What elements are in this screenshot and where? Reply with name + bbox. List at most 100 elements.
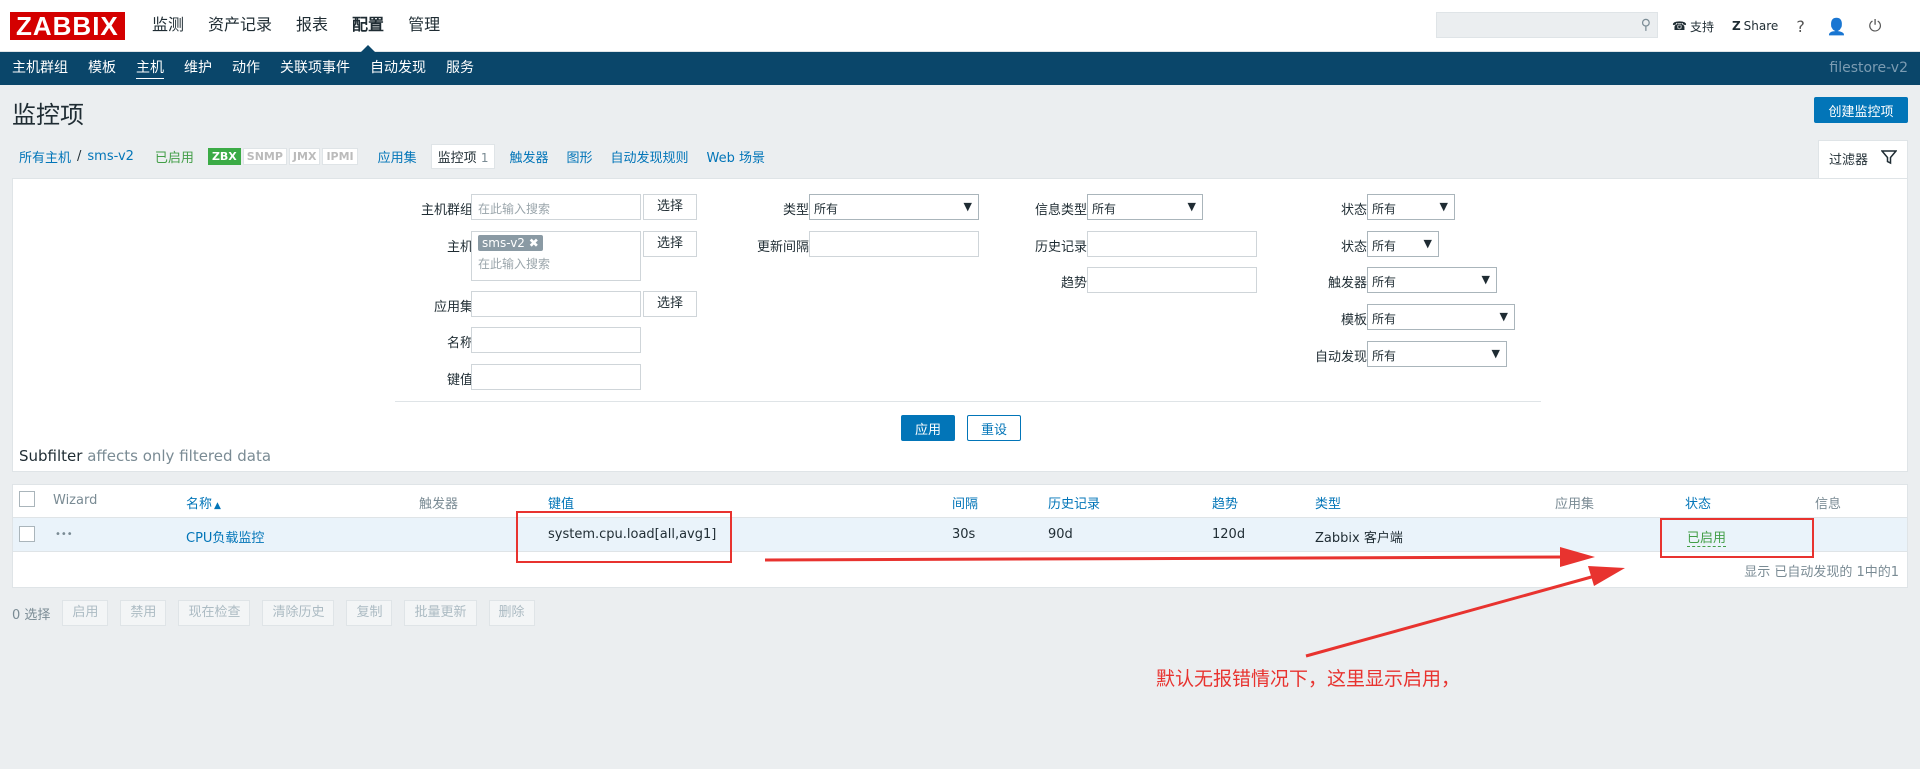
nav-inventory[interactable]: 资产记录	[196, 0, 284, 52]
breadcrumb-items-current[interactable]: 监控项 1	[430, 143, 496, 169]
status-highlight-box	[1660, 518, 1814, 558]
funnel-icon	[1880, 149, 1898, 171]
breadcrumb-triggers[interactable]: 触发器	[509, 147, 548, 166]
breadcrumb-host[interactable]: sms-v2	[87, 149, 134, 164]
table-footer-count: 显示 已自动发现的 1中的1	[1744, 565, 1899, 580]
clear-history-button[interactable]: 清除历史	[262, 600, 335, 626]
host-group-select-button[interactable]: 选择	[643, 194, 697, 220]
search-icon[interactable]: ⚲	[1641, 17, 1651, 33]
nav-administration[interactable]: 管理	[396, 0, 452, 52]
subnav-templates[interactable]: 模板	[78, 52, 126, 85]
reset-filter-button[interactable]: 重设	[967, 415, 1021, 441]
host-label: 主机	[446, 240, 473, 255]
headset-icon: ☎	[1672, 19, 1687, 33]
enable-button[interactable]: 启用	[62, 600, 109, 626]
key-input[interactable]	[471, 364, 641, 390]
delete-button[interactable]: 删除	[488, 600, 535, 626]
subnav-maintenance[interactable]: 维护	[174, 52, 222, 85]
apply-filter-button[interactable]: 应用	[901, 415, 955, 441]
subnav-services[interactable]: 服务	[436, 52, 484, 85]
check-now-button[interactable]: 现在检查	[178, 600, 251, 626]
col-info: 信息	[1815, 497, 1842, 512]
status-select[interactable]: 所有 ▼	[1367, 231, 1439, 257]
share-link[interactable]: Z Share	[1732, 19, 1778, 33]
col-history[interactable]: 历史记录	[1048, 493, 1100, 512]
dropdown-arrow-icon: ▼	[1499, 310, 1508, 323]
trends-label: 趋势	[1060, 276, 1087, 291]
item-name-link[interactable]: CPU负载监控	[186, 527, 264, 546]
application-select-button[interactable]: 选择	[643, 291, 697, 317]
sign-out-icon[interactable]: ⏻	[1869, 16, 1882, 36]
mass-actions-bar: 0 选择 启用 禁用 现在检查 清除历史 复制 批量更新 删除	[0, 600, 547, 626]
wizard-menu-icon[interactable]: •••	[55, 529, 73, 540]
mass-update-button[interactable]: 批量更新	[404, 600, 477, 626]
disable-button[interactable]: 禁用	[120, 600, 167, 626]
share-z-icon: Z	[1731, 19, 1741, 33]
col-interval[interactable]: 间隔	[952, 493, 978, 512]
global-search-input[interactable]: ⚲	[1436, 12, 1658, 38]
subnav-event-correlation[interactable]: 关联项事件	[270, 52, 360, 85]
row-checkbox[interactable]	[19, 526, 35, 542]
triggers-select[interactable]: 所有 ▼	[1367, 267, 1497, 293]
tag-snmp: SNMP	[242, 147, 287, 165]
name-input[interactable]	[471, 327, 641, 353]
subnav-host-groups[interactable]: 主机群组	[2, 52, 78, 85]
col-status[interactable]: 状态	[1685, 493, 1711, 512]
copy-button[interactable]: 复制	[346, 600, 393, 626]
nav-reports[interactable]: 报表	[284, 0, 340, 52]
breadcrumb-discovery-rules[interactable]: 自动发现规则	[611, 147, 689, 166]
breadcrumb-web-scenarios[interactable]: Web 场景	[707, 147, 765, 166]
remove-chip-icon[interactable]: ✖	[529, 236, 539, 250]
user-profile-icon[interactable]: 👤	[1827, 17, 1847, 36]
history-label: 历史记录	[1034, 240, 1087, 255]
template-label: 模板	[1340, 313, 1367, 328]
selected-count: 0 选择	[12, 607, 51, 623]
breadcrumb-all-hosts[interactable]: 所有主机	[19, 147, 71, 166]
status-label: 状态	[1340, 240, 1367, 255]
zabbix-logo[interactable]: ZABBIX	[10, 12, 125, 40]
item-history: 90d	[1048, 527, 1073, 542]
host-group-input[interactable]: 在此输入搜索	[471, 194, 641, 220]
host-multiselect[interactable]: sms-v2 ✖ 在此输入搜索	[471, 231, 641, 281]
discovery-select[interactable]: 所有 ▼	[1367, 341, 1507, 367]
template-select[interactable]: 所有 ▼	[1367, 304, 1515, 330]
select-all-checkbox[interactable]	[19, 491, 35, 507]
state-select[interactable]: 所有 ▼	[1367, 194, 1455, 220]
breadcrumb-graphs[interactable]: 图形	[566, 147, 592, 166]
col-trends[interactable]: 趋势	[1212, 493, 1238, 512]
type-select[interactable]: 所有 ▼	[809, 194, 979, 220]
key-highlight-box	[516, 511, 732, 563]
host-status-enabled[interactable]: 已启用	[155, 147, 194, 166]
dropdown-arrow-icon: ▼	[1481, 273, 1490, 286]
nav-monitoring[interactable]: 监测	[140, 0, 196, 52]
info-type-select[interactable]: 所有 ▼	[1087, 194, 1203, 220]
dropdown-arrow-icon: ▼	[1491, 347, 1500, 360]
dropdown-arrow-icon: ▼	[1439, 200, 1448, 213]
subnav-hosts[interactable]: 主机	[126, 52, 174, 85]
application-label: 应用集	[433, 300, 473, 315]
subnav-actions[interactable]: 动作	[222, 52, 270, 85]
col-type[interactable]: 类型	[1315, 493, 1341, 512]
create-item-button[interactable]: 创建监控项	[1814, 97, 1908, 123]
host-breadcrumb: 所有主机 / sms-v2 已启用 ZBX SNMP JMX IPMI 应用集 …	[0, 143, 765, 169]
breadcrumb-separator: /	[77, 148, 82, 164]
breadcrumb-applications[interactable]: 应用集	[378, 147, 417, 166]
update-interval-input[interactable]	[809, 231, 979, 257]
name-label: 名称	[446, 336, 473, 351]
nav-configuration[interactable]: 配置	[340, 0, 396, 53]
filter-tab[interactable]: 过滤器	[1818, 140, 1908, 179]
subnav-discovery[interactable]: 自动发现	[360, 52, 436, 85]
host-select-button[interactable]: 选择	[643, 231, 697, 257]
history-input[interactable]	[1087, 231, 1257, 257]
col-key[interactable]: 键值	[548, 493, 574, 512]
col-name[interactable]: 名称 ▲	[186, 493, 221, 512]
application-input[interactable]	[471, 291, 641, 317]
host-search-placeholder: 在此输入搜索	[478, 257, 551, 271]
host-group-label: 主机群组	[420, 203, 473, 218]
update-interval-label: 更新间隔	[756, 240, 809, 255]
trends-input[interactable]	[1087, 267, 1257, 293]
availability-tags: ZBX SNMP JMX IPMI	[207, 147, 360, 165]
help-icon[interactable]: ?	[1796, 17, 1805, 36]
support-link[interactable]: ☎ 支持	[1672, 18, 1714, 35]
annotation-note: 默认无报错情况下，这里显示启用，	[1156, 668, 1461, 690]
